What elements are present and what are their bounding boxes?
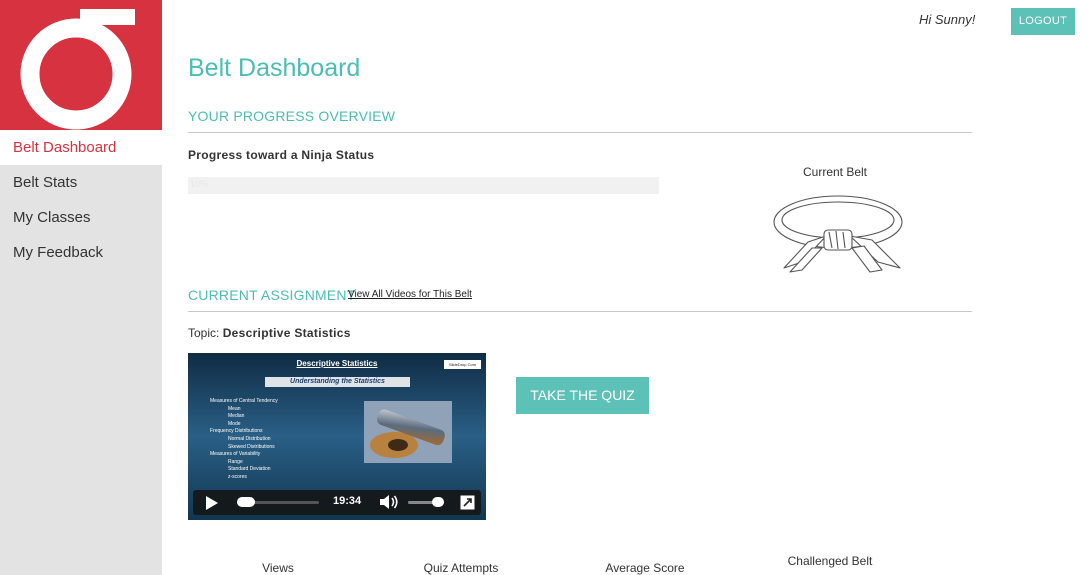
slide-title: Descriptive Statistics <box>296 359 378 368</box>
quiz-attempts-label: Quiz Attempts <box>423 561 499 575</box>
sub-bullet: z-scores <box>228 473 247 480</box>
progress-label: Progress toward a Ninja Status <box>188 148 375 162</box>
take-quiz-button[interactable]: TAKE THE QUIZ <box>516 377 649 414</box>
sub-bullet: Mean <box>228 405 241 412</box>
average-score-label: Average Score <box>605 561 685 575</box>
current-assignment-heading: CURRENT ASSIGNMENT <box>188 287 356 303</box>
slide-subtitle: Understanding the Statistics <box>265 377 410 387</box>
sub-bullet: Mode <box>228 420 241 427</box>
scrubber-handle[interactable] <box>237 497 255 507</box>
sub-bullet: Normal Distribution <box>228 435 271 442</box>
topic-line: Topic: Descriptive Statistics <box>188 326 351 340</box>
bullet: Measures of Variability <box>210 451 261 458</box>
user-greeting: Hi Sunny! <box>919 12 976 27</box>
fullscreen-icon[interactable] <box>460 495 475 510</box>
ninja-progress-bar: 10% <box>188 177 659 194</box>
play-icon[interactable] <box>205 496 219 510</box>
topic-name: Descriptive Statistics <box>222 326 351 340</box>
divider <box>188 132 972 133</box>
volume-slider[interactable] <box>408 497 444 507</box>
sidebar-item-belt-stats[interactable]: Belt Stats <box>0 165 162 200</box>
divider <box>188 311 972 312</box>
bullet: Frequency Distributions <box>210 428 263 435</box>
sidebar: Belt Dashboard Belt Stats My Classes My … <box>0 0 162 575</box>
topic-prefix: Topic: <box>188 326 220 340</box>
logo[interactable] <box>0 0 162 131</box>
video-player[interactable]: Descriptive Statistics SlideDrop.Com Und… <box>188 353 486 520</box>
page-title: Belt Dashboard <box>188 54 361 82</box>
progress-value: 10% <box>190 179 209 189</box>
progress-overview-heading: YOUR PROGRESS OVERVIEW <box>188 108 396 124</box>
sub-bullet: Range <box>228 458 243 465</box>
video-control-bar: 19:34 <box>193 490 481 515</box>
sidebar-item-belt-dashboard[interactable]: Belt Dashboard <box>0 130 162 165</box>
slide-watermark: SlideDrop.Com <box>444 360 481 369</box>
belt-icon <box>773 195 903 273</box>
current-belt-label: Current Belt <box>802 165 868 179</box>
sub-bullet: Median <box>228 413 245 420</box>
sub-bullet: Skewed Distributions <box>228 443 275 450</box>
sidebar-item-my-feedback[interactable]: My Feedback <box>0 235 162 270</box>
slide-bullet-list: Measures of Central Tendency Mean Median… <box>210 398 278 482</box>
view-all-videos-link[interactable]: View All Videos for This Belt <box>348 289 472 300</box>
bullet: Measures of Central Tendency <box>210 398 278 404</box>
sub-bullet: Standard Deviation <box>228 466 271 473</box>
volume-icon[interactable] <box>379 494 399 510</box>
sigma-logo-icon <box>20 9 135 130</box>
volume-handle[interactable] <box>432 497 444 507</box>
video-scrubber[interactable] <box>237 497 319 507</box>
logout-button[interactable]: LOGOUT <box>1011 8 1075 35</box>
views-label: Views <box>262 561 294 575</box>
challenged-belt-label: Challenged Belt <box>787 554 873 568</box>
video-duration: 19:34 <box>333 495 362 507</box>
sidebar-item-my-classes[interactable]: My Classes <box>0 200 162 235</box>
